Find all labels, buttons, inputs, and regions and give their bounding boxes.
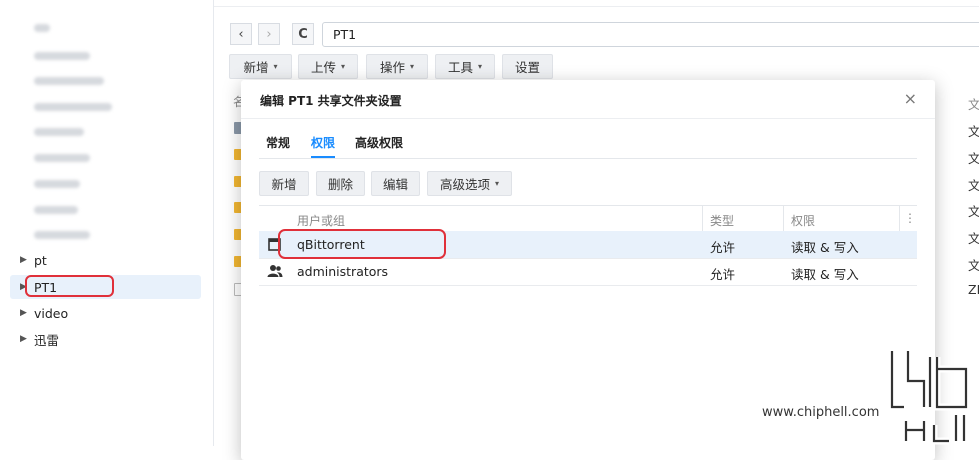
svg-text:www.chiphell.com: www.chiphell.com: [762, 405, 879, 420]
settings-button[interactable]: 设置: [502, 54, 553, 79]
highlight-box: [278, 229, 446, 259]
tab-general[interactable]: 常规: [266, 134, 290, 151]
user-name-cell: administrators: [297, 264, 389, 279]
caret-down-icon: ▾: [410, 62, 415, 71]
forward-button[interactable]: ›: [258, 23, 280, 45]
caret-down-icon: ▾: [495, 179, 500, 188]
tools-button[interactable]: 工具 ▾: [435, 54, 495, 79]
caret-down-icon: ▾: [341, 62, 346, 71]
type-cell: ZI: [968, 282, 979, 297]
blurred-item: [34, 128, 84, 136]
sidebar-item-xunlei[interactable]: ▶ 迅雷: [20, 327, 59, 351]
column-divider: [899, 206, 900, 232]
type-cell: 文: [968, 124, 979, 139]
close-icon[interactable]: ×: [904, 89, 917, 108]
column-divider: [702, 206, 703, 232]
column-type[interactable]: 类型: [710, 212, 734, 229]
add-label: 新增: [271, 177, 297, 192]
permission-cell: 读取 & 写入: [791, 240, 859, 255]
upload-button[interactable]: 上传 ▾: [298, 54, 358, 79]
permission-cell: 读取 & 写入: [791, 267, 859, 282]
blurred-item: [34, 206, 78, 214]
create-label: 新增: [243, 60, 269, 75]
column-menu-icon[interactable]: ⋮: [904, 211, 916, 225]
type-cell: 允许: [710, 240, 736, 255]
column-user-or-group[interactable]: 用户或组: [297, 212, 345, 229]
edit-permission-button[interactable]: 编辑: [371, 171, 420, 196]
refresh-icon: C: [298, 26, 308, 42]
sidebar-item-pt[interactable]: ▶ pt: [20, 248, 47, 272]
caret-down-icon: ▾: [478, 62, 483, 71]
column-divider: [783, 206, 784, 232]
blurred-item: [34, 231, 90, 239]
expand-arrow-icon[interactable]: ▶: [20, 255, 34, 265]
type-cell: 文: [968, 151, 979, 166]
advanced-options-button[interactable]: 高级选项 ▾: [427, 171, 512, 196]
chiphell-watermark-logo: www.chiphell.com: [761, 351, 970, 445]
caret-down-icon: ▾: [273, 62, 278, 71]
delete-label: 删除: [327, 177, 353, 192]
create-button[interactable]: 新增 ▾: [229, 54, 292, 79]
action-label: 操作: [379, 60, 405, 75]
blurred-item: [34, 154, 90, 162]
type-column-header: 文: [968, 97, 979, 112]
expand-arrow-icon[interactable]: ▶: [20, 308, 34, 318]
forward-icon: ›: [266, 26, 272, 42]
type-cell: 文: [968, 204, 979, 219]
settings-label: 设置: [514, 60, 540, 75]
sidebar: ▶ pt ▶ PT1 ▶ video ▶ 迅雷: [0, 0, 214, 446]
sidebar-item-label: 迅雷: [34, 332, 60, 348]
tools-label: 工具: [447, 60, 473, 75]
sidebar-item-label: pt: [34, 252, 47, 268]
sidebar-item-label: video: [34, 305, 69, 321]
highlight-box: [25, 275, 114, 297]
tab-divider: [259, 158, 917, 159]
type-cell: 允许: [710, 267, 736, 282]
dialog-title: 编辑 PT1 共享文件夹设置: [260, 94, 402, 108]
tab-permissions[interactable]: 权限: [311, 134, 335, 151]
back-icon: ‹: [238, 26, 244, 42]
blurred-item: [34, 24, 50, 32]
blurred-item: [34, 77, 104, 85]
group-icon: [267, 265, 283, 277]
sidebar-item-video[interactable]: ▶ video: [20, 301, 68, 325]
action-button[interactable]: 操作 ▾: [366, 54, 428, 79]
tab-advanced-permissions[interactable]: 高级权限: [355, 134, 403, 151]
blurred-item: [34, 52, 90, 60]
top-divider: [214, 0, 979, 7]
type-cell: 文: [968, 178, 979, 193]
add-permission-button[interactable]: 新增: [259, 171, 309, 196]
delete-permission-button[interactable]: 删除: [316, 171, 365, 196]
edit-label: 编辑: [382, 177, 408, 192]
dialog-divider: [241, 118, 935, 119]
type-cell: 文: [968, 231, 979, 246]
table-row[interactable]: administrators 允许 读取 & 写入: [259, 258, 917, 286]
path-value: PT1: [333, 27, 357, 42]
expand-arrow-icon[interactable]: ▶: [20, 334, 34, 344]
type-cell: 文: [968, 258, 979, 273]
advanced-options-label: 高级选项: [439, 177, 490, 192]
blurred-item: [34, 103, 112, 111]
path-input[interactable]: PT1: [322, 22, 979, 47]
blurred-item: [34, 180, 80, 188]
refresh-button[interactable]: C: [292, 23, 314, 45]
upload-label: 上传: [310, 60, 336, 75]
back-button[interactable]: ‹: [230, 23, 252, 45]
active-tab-indicator: [311, 156, 335, 158]
column-permission[interactable]: 权限: [791, 212, 815, 229]
